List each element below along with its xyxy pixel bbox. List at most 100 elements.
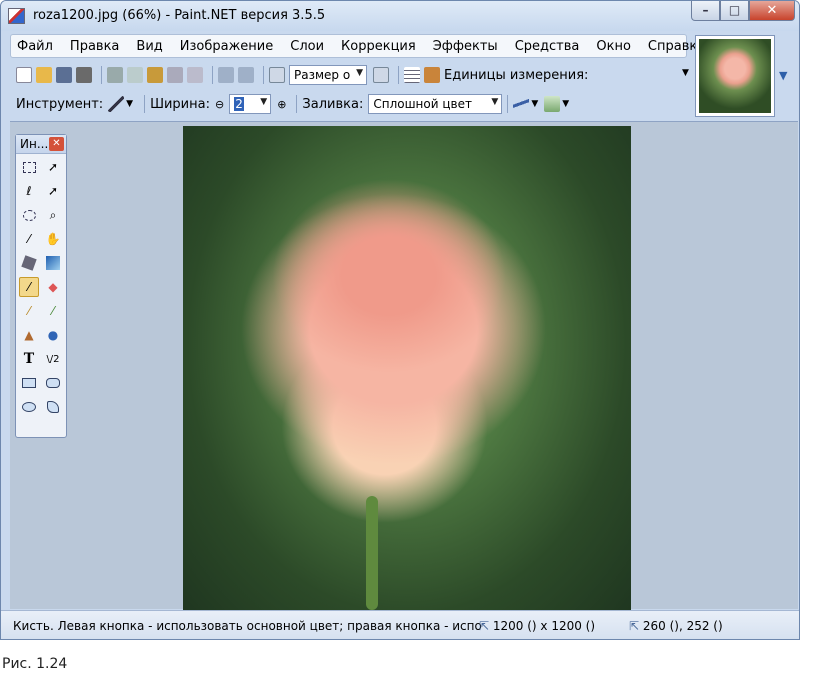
title-bar[interactable]: roza1200.jpg (66%) - Paint.NET версия 3.… — [1, 1, 799, 31]
toolbar-separator — [263, 66, 264, 84]
units-label: Единицы измерения: — [444, 67, 589, 83]
chevron-down-icon[interactable]: ▼ — [126, 99, 133, 109]
image-size-icon: ⇱ — [479, 619, 493, 633]
chevron-down-icon[interactable]: ▼ — [562, 99, 569, 109]
canvas-area[interactable] — [10, 121, 798, 610]
zoom-in-icon[interactable] — [373, 67, 389, 83]
menu-file[interactable]: Файл — [17, 39, 53, 54]
minimize-icon: – — [702, 3, 709, 17]
move-selected-tool-icon[interactable]: ➚ — [43, 181, 63, 201]
minimize-button[interactable]: – — [691, 1, 720, 21]
menu-edit[interactable]: Правка — [70, 39, 119, 54]
save-icon[interactable] — [56, 67, 72, 83]
menu-layers[interactable]: Слои — [290, 39, 324, 54]
paint-bucket-tool-icon[interactable] — [19, 253, 39, 273]
close-icon: ✕ — [766, 3, 778, 18]
undo-icon[interactable] — [218, 67, 234, 83]
units-dropdown-arrow[interactable]: ▼ — [682, 68, 689, 78]
maximize-icon: □ — [728, 3, 741, 17]
image-thumbnail[interactable] — [695, 35, 775, 117]
ellipse-tool-icon[interactable] — [19, 397, 39, 417]
width-label: Ширина: — [150, 96, 210, 112]
new-icon[interactable] — [16, 67, 32, 83]
paste-icon[interactable] — [147, 67, 163, 83]
ellipse-select-tool-icon[interactable] — [19, 205, 39, 225]
copy-icon[interactable] — [127, 67, 143, 83]
pan-tool-icon[interactable]: ✋ — [43, 229, 63, 249]
zoom-tool-icon[interactable]: ⌕ — [43, 205, 63, 225]
maximize-button[interactable]: □ — [720, 1, 749, 21]
menu-effects[interactable]: Эффекты — [433, 39, 498, 54]
lasso-select-tool-icon[interactable]: ℓ — [19, 181, 39, 201]
toolbar-separator — [101, 66, 102, 84]
window-title: roza1200.jpg (66%) - Paint.NET версия 3.… — [33, 8, 326, 23]
zoom-out-icon[interactable] — [269, 67, 285, 83]
close-button[interactable]: ✕ — [749, 1, 795, 21]
rounded-rectangle-tool-icon[interactable] — [43, 373, 63, 393]
ruler-icon[interactable] — [424, 67, 440, 83]
toolbar-separator — [296, 95, 298, 113]
cursor-position-value: 260 (), 252 () — [642, 619, 723, 633]
rose-stem — [366, 496, 378, 610]
grid-icon[interactable] — [404, 67, 420, 83]
zoom-combo[interactable]: Размер о ▼ — [289, 65, 367, 85]
color-picker-tool-icon[interactable]: ⁄ — [43, 301, 63, 321]
paintbrush-tool-icon[interactable]: ⁄ — [19, 277, 39, 297]
text-tool-icon[interactable]: T — [19, 349, 39, 369]
toolbar-separator — [144, 95, 146, 113]
antialiasing-icon[interactable] — [513, 96, 530, 112]
open-icon[interactable] — [36, 67, 52, 83]
rose-photo[interactable] — [183, 126, 631, 610]
crop-icon[interactable] — [167, 67, 183, 83]
zoom-value: Размер о — [294, 68, 351, 82]
tools-panel: Ин... ✕ ➚ ℓ ➚ ⌕ ⁄ ✋ ⁄ ◆ ⁄ ⁄ ▲ ● T \/2 — [15, 134, 67, 438]
fill-combo[interactable]: Сплошной цвет ▼ — [368, 94, 503, 114]
tools-panel-title: Ин... — [20, 137, 49, 151]
image-size: ⇱ 1200 () x 1200 () — [479, 619, 595, 633]
line-curve-tool-icon[interactable]: \/2 — [43, 349, 63, 369]
tool-label: Инструмент: — [16, 96, 104, 112]
chevron-down-icon: ▼ — [491, 97, 499, 107]
toolbar-separator — [507, 95, 509, 113]
redo-icon[interactable] — [238, 67, 254, 83]
freeform-shape-tool-icon[interactable] — [43, 397, 63, 417]
rectangle-select-tool-icon[interactable] — [19, 157, 39, 177]
menu-image[interactable]: Изображение — [180, 39, 273, 54]
eraser-tool-icon[interactable]: ◆ — [43, 277, 63, 297]
tools-panel-header[interactable]: Ин... ✕ — [16, 135, 66, 154]
menu-adjustments[interactable]: Коррекция — [341, 39, 416, 54]
thumbnail-rose-image — [699, 39, 771, 113]
deselect-icon[interactable] — [187, 67, 203, 83]
chevron-down-icon[interactable]: ▼ — [779, 69, 787, 82]
blend-mode-icon[interactable] — [544, 96, 561, 112]
chevron-down-icon[interactable]: ▼ — [531, 99, 538, 109]
recolor-tool-icon[interactable]: ● — [43, 325, 63, 345]
rectangle-tool-icon[interactable] — [19, 373, 39, 393]
menu-view[interactable]: Вид — [136, 39, 162, 54]
chevron-down-icon: ▼ — [260, 97, 268, 107]
decrease-width-icon[interactable]: ⊖ — [215, 98, 224, 111]
image-size-value: 1200 () x 1200 () — [492, 619, 596, 633]
clone-stamp-tool-icon[interactable]: ▲ — [19, 325, 39, 345]
pencil-tool-icon[interactable]: ⁄ — [19, 301, 39, 321]
main-toolbar: Размер о ▼ Единицы измерения: — [10, 62, 690, 88]
app-window: roza1200.jpg (66%) - Paint.NET версия 3.… — [0, 0, 800, 640]
increase-width-icon[interactable]: ⊕ — [277, 98, 286, 111]
brush-tool-icon[interactable] — [108, 96, 125, 112]
menu-window[interactable]: Окно — [596, 39, 631, 54]
figure-caption: Рис. 1.24 — [2, 656, 68, 672]
magic-wand-tool-icon[interactable]: ⁄ — [19, 229, 39, 249]
gradient-tool-icon[interactable] — [43, 253, 63, 273]
tools-grid: ➚ ℓ ➚ ⌕ ⁄ ✋ ⁄ ◆ ⁄ ⁄ ▲ ● T \/2 — [16, 154, 66, 422]
print-icon[interactable] — [76, 67, 92, 83]
fill-label: Заливка: — [302, 96, 364, 112]
menu-bar: Файл Правка Вид Изображение Слои Коррекц… — [10, 34, 705, 58]
cursor-position: ⇱ 260 (), 252 () — [629, 619, 723, 633]
tools-close-icon[interactable]: ✕ — [49, 137, 64, 151]
menu-utilities[interactable]: Средства — [515, 39, 580, 54]
fill-value: Сплошной цвет — [373, 97, 472, 111]
tool-options-bar: Инструмент: ▼ Ширина: ⊖ 2 ▼ ⊕ Заливка: С… — [10, 91, 690, 117]
move-selection-tool-icon[interactable]: ➚ — [43, 157, 63, 177]
width-combo[interactable]: 2 ▼ — [229, 94, 272, 114]
cut-icon[interactable] — [107, 67, 123, 83]
